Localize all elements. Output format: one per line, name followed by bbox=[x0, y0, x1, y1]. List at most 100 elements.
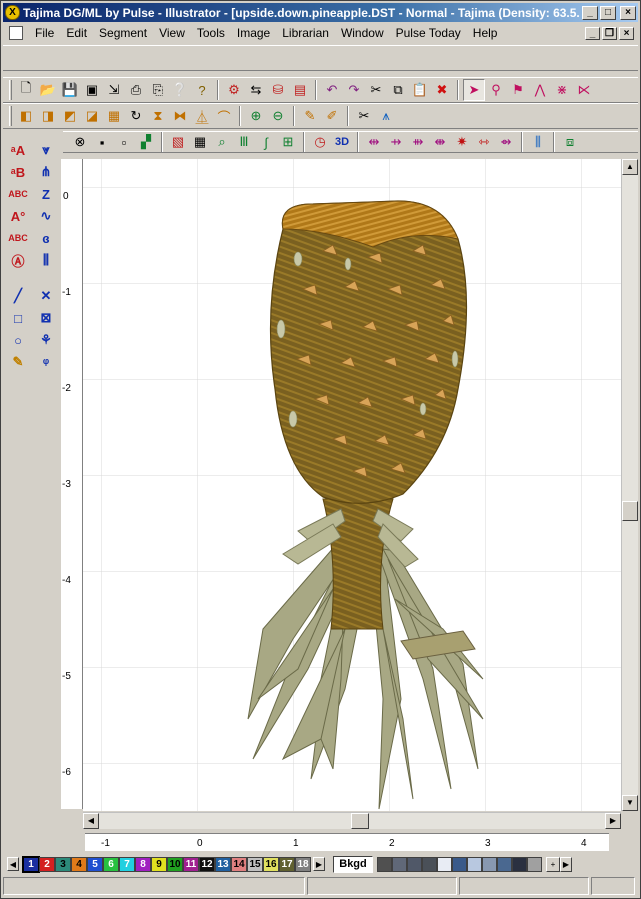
stamp-tool-icon[interactable]: ⚘ bbox=[35, 329, 57, 351]
satin-tool-icon[interactable]: ⩔ bbox=[35, 139, 57, 161]
thread-color-13[interactable]: 13 bbox=[215, 856, 231, 872]
thread-icon[interactable]: ✐ bbox=[321, 105, 343, 127]
background-swatch-5[interactable] bbox=[437, 856, 452, 872]
thread-color-10[interactable]: 10 bbox=[167, 856, 183, 872]
disk-icon[interactable]: ⛁ bbox=[267, 79, 289, 101]
send-icon[interactable]: ⇆ bbox=[245, 79, 267, 101]
background-swatch-1[interactable] bbox=[377, 856, 392, 872]
scroll-up-icon[interactable]: ▲ bbox=[622, 159, 638, 175]
flip-horizontal-icon[interactable]: ⧓ bbox=[169, 105, 191, 127]
background-swatch-4[interactable] bbox=[422, 856, 437, 872]
add-color-icon[interactable]: + bbox=[546, 856, 560, 872]
pattern-fill-icon[interactable]: ⊠ bbox=[35, 307, 57, 329]
text-line-icon[interactable]: ABC bbox=[7, 227, 29, 249]
layer-icon[interactable]: ▪ bbox=[91, 131, 113, 153]
reshape-icon[interactable]: ⋇ bbox=[551, 79, 573, 101]
thread-color-6[interactable]: 6 bbox=[103, 856, 119, 872]
background-swatch-11[interactable] bbox=[527, 856, 542, 872]
menu-file[interactable]: File bbox=[29, 26, 60, 40]
stitch-info-icon[interactable]: ▤ bbox=[289, 79, 311, 101]
thread-color-11[interactable]: 11 bbox=[183, 856, 199, 872]
print-preview-icon[interactable]: ⎘ bbox=[147, 79, 169, 101]
thread-color-1[interactable]: 1 bbox=[22, 855, 40, 873]
density-3-icon[interactable]: ⇻ bbox=[407, 131, 429, 153]
note-tool-icon[interactable]: ✎ bbox=[7, 351, 29, 373]
print-icon[interactable]: ⎙ bbox=[125, 79, 147, 101]
help-context-icon[interactable]: ❔ bbox=[169, 79, 191, 101]
photo-stitch-icon[interactable]: ᵠ bbox=[35, 351, 57, 373]
menu-tools[interactable]: Tools bbox=[191, 26, 231, 40]
document-icon[interactable] bbox=[9, 26, 23, 40]
reshape-tool-icon[interactable]: ✎ bbox=[299, 105, 321, 127]
density-4-icon[interactable]: ⇼ bbox=[429, 131, 451, 153]
menu-help[interactable]: Help bbox=[467, 26, 504, 40]
node-edit-icon[interactable]: ⋀ bbox=[529, 79, 551, 101]
thread-color-18[interactable]: 18 bbox=[295, 856, 311, 872]
thread-color-8[interactable]: 8 bbox=[135, 856, 151, 872]
vertical-scroll-thumb[interactable] bbox=[622, 501, 638, 521]
close-icon[interactable]: × bbox=[620, 5, 636, 20]
curves-view-icon[interactable]: ∫ bbox=[255, 131, 277, 153]
line-tool-icon[interactable]: ╱ bbox=[7, 285, 29, 307]
open-folder-icon[interactable]: 📂 bbox=[37, 79, 59, 101]
background-swatch-9[interactable] bbox=[497, 856, 512, 872]
thread-color-4[interactable]: 4 bbox=[71, 856, 87, 872]
background-swatch-3[interactable] bbox=[407, 856, 422, 872]
menu-image[interactable]: Image bbox=[231, 26, 276, 40]
vertical-scrollbar[interactable]: ▲ ▼ bbox=[621, 159, 638, 811]
align-left-icon[interactable]: ◧ bbox=[15, 105, 37, 127]
menu-edit[interactable]: Edit bbox=[60, 26, 93, 40]
text-arc-icon[interactable]: ABC bbox=[7, 183, 29, 205]
transform-icon[interactable]: ⋉ bbox=[573, 79, 595, 101]
background-swatch-2[interactable] bbox=[392, 856, 407, 872]
calculator-icon[interactable]: ▦ bbox=[189, 131, 211, 153]
density-6-icon[interactable]: ⇿ bbox=[473, 131, 495, 153]
group-icon[interactable]: ▦ bbox=[103, 105, 125, 127]
fill-tool-icon[interactable]: ⋔ bbox=[35, 161, 57, 183]
density-5-icon[interactable]: ✷ bbox=[451, 131, 473, 153]
cross-stitch-icon[interactable]: ✕ bbox=[35, 285, 57, 307]
palette-right-icon[interactable]: ▶ bbox=[313, 857, 325, 871]
grid-view-icon[interactable]: ⊞ bbox=[277, 131, 299, 153]
magnify-icon[interactable]: ⌕ bbox=[211, 131, 233, 153]
text-outline-icon[interactable]: ᵃB bbox=[7, 161, 29, 183]
align-center-icon[interactable]: ◨ bbox=[37, 105, 59, 127]
thread-color-15[interactable]: 15 bbox=[247, 856, 263, 872]
run-tool-icon[interactable]: Z bbox=[35, 183, 57, 205]
scroll-left-icon[interactable]: ◀ bbox=[83, 813, 99, 829]
select-stitch-icon[interactable]: ⚑ bbox=[507, 79, 529, 101]
new-file-icon[interactable]: 🗋 bbox=[15, 79, 37, 101]
thread-color-2[interactable]: 2 bbox=[39, 856, 55, 872]
text-box-icon[interactable]: Ⓐ bbox=[7, 249, 29, 271]
background-swatch-6[interactable] bbox=[452, 856, 467, 872]
stitch-edit-icon[interactable]: ⩚ bbox=[375, 105, 397, 127]
send-back-icon[interactable]: ◪ bbox=[81, 105, 103, 127]
image-icon[interactable]: ▧ bbox=[167, 131, 189, 153]
layers-icon[interactable]: ▫ bbox=[113, 131, 135, 153]
machine-icon[interactable]: ⚙ bbox=[223, 79, 245, 101]
horizontal-scroll-thumb[interactable] bbox=[351, 813, 369, 829]
stop-icon[interactable]: ⊗ bbox=[69, 131, 91, 153]
cut-icon[interactable]: ✂ bbox=[365, 79, 387, 101]
clock-icon[interactable]: ◷ bbox=[309, 131, 331, 153]
palette-left-icon[interactable]: ◀ bbox=[7, 857, 19, 871]
density-1-icon[interactable]: ⇹ bbox=[363, 131, 385, 153]
thread-color-17[interactable]: 17 bbox=[279, 856, 295, 872]
3d-view-icon[interactable]: 3D bbox=[331, 131, 353, 153]
outline-icon[interactable]: ▞ bbox=[135, 131, 157, 153]
rectangle-tool-icon[interactable]: □ bbox=[7, 307, 29, 329]
background-color-button[interactable]: Bkgd bbox=[333, 855, 373, 873]
save-icon[interactable]: 💾 bbox=[59, 79, 81, 101]
thread-color-5[interactable]: 5 bbox=[87, 856, 103, 872]
menu-segment[interactable]: Segment bbox=[93, 26, 153, 40]
menu-window[interactable]: Window bbox=[335, 26, 390, 40]
zoom-out-icon[interactable]: ⊖ bbox=[267, 105, 289, 127]
delete-icon[interactable]: ✖ bbox=[431, 79, 453, 101]
thread-color-7[interactable]: 7 bbox=[119, 856, 135, 872]
maximize-icon[interactable]: □ bbox=[600, 5, 616, 20]
menu-librarian[interactable]: Librarian bbox=[276, 26, 335, 40]
help-icon[interactable]: ? bbox=[191, 79, 213, 101]
text-circle-icon[interactable]: A° bbox=[7, 205, 29, 227]
frame-icon[interactable]: ⧈ bbox=[559, 131, 581, 153]
density-7-icon[interactable]: ⇴ bbox=[495, 131, 517, 153]
